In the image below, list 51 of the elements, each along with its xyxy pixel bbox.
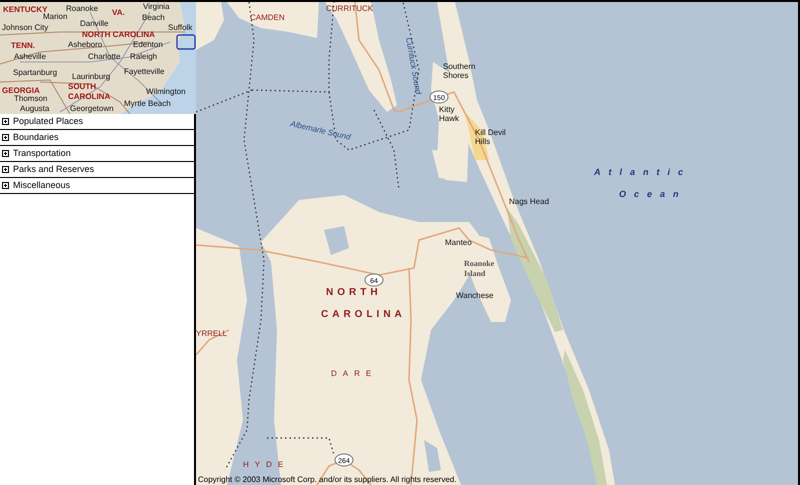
expand-icon[interactable] bbox=[2, 166, 9, 173]
city-label: Edenton bbox=[133, 40, 163, 49]
expand-icon[interactable] bbox=[2, 118, 9, 125]
ocean-label: Atlantic Ocean bbox=[594, 167, 692, 199]
county-label: CURRITUCK bbox=[326, 4, 374, 13]
expand-icon[interactable] bbox=[2, 150, 9, 157]
city-label: Augusta bbox=[20, 104, 50, 113]
city-label: Beach bbox=[142, 13, 165, 22]
place-label: Kill Devil Hills bbox=[475, 128, 506, 146]
place-label: Southern Shores bbox=[443, 62, 476, 80]
island-label: Roanoke Island bbox=[464, 259, 494, 278]
city-label: Georgetown bbox=[70, 104, 114, 113]
city-label: Asheville bbox=[14, 52, 46, 61]
place-label: Manteo bbox=[445, 238, 472, 247]
city-label: Spartanburg bbox=[13, 68, 58, 77]
copyright-text: Copyright © 2003 Microsoft Corp. and/or its suppliers. All rights reserved. bbox=[198, 475, 456, 484]
state-label: NORTH CAROLINA bbox=[82, 30, 155, 39]
place-label: Wanchese bbox=[456, 291, 494, 300]
state-label: KENTUCKY bbox=[3, 5, 48, 14]
lake bbox=[424, 440, 441, 472]
city-label: Danville bbox=[80, 19, 108, 28]
city-label: Charlotte bbox=[88, 52, 120, 61]
state-label: TENN. bbox=[11, 41, 35, 50]
state-label: GEORGIA bbox=[2, 86, 40, 95]
city-label: Asheboro bbox=[68, 40, 102, 49]
city-label: Laurinburg bbox=[72, 72, 110, 81]
water-label: Currituck Sound bbox=[404, 36, 423, 95]
expand-icon[interactable] bbox=[2, 134, 9, 141]
county-label: CAMDEN bbox=[250, 13, 285, 22]
city-label: Wilmington bbox=[146, 87, 186, 96]
water-label: Albemarle Sound bbox=[290, 119, 352, 142]
place-label: Nags Head bbox=[509, 197, 550, 206]
city-label: Virginia bbox=[143, 2, 170, 11]
state-label: VA. bbox=[112, 8, 125, 17]
county-label: HYDE bbox=[243, 460, 290, 469]
city-label: Suffolk bbox=[168, 23, 192, 32]
city-label: Raleigh bbox=[130, 52, 158, 61]
urban-area bbox=[465, 112, 489, 160]
city-label: Roanoke bbox=[66, 4, 98, 13]
place-label: Kitty Hawk bbox=[439, 105, 460, 123]
state-label: SOUTH CAROLINA bbox=[68, 82, 110, 101]
county-label: DARE bbox=[331, 369, 378, 378]
city-label: Fayetteville bbox=[124, 67, 164, 76]
city-label: Myrtle Beach bbox=[124, 99, 171, 108]
lake bbox=[324, 226, 349, 255]
county-label: YRRELL bbox=[196, 329, 228, 338]
city-label: Marion bbox=[43, 12, 68, 21]
city-label: Johnson City bbox=[2, 23, 48, 32]
expand-icon[interactable] bbox=[2, 182, 9, 189]
city-label: Thomson bbox=[14, 94, 48, 103]
state-label: NORTH CAROLINA bbox=[321, 287, 406, 320]
